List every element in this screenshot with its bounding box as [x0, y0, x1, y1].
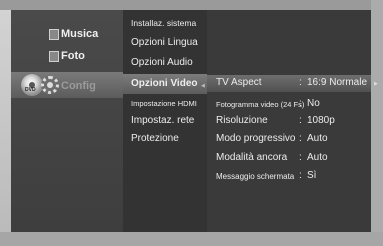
option-value: 16:9 Normale	[307, 77, 368, 88]
bottom-strip	[0, 232, 383, 246]
menu-frame: DVD Musica Foto Config Installaz. sistem…	[11, 10, 378, 232]
option-label: Messaggio schermata	[216, 172, 295, 181]
option-arrow-icon: ▶	[374, 81, 378, 87]
screen: DVD Musica Foto Config Installaz. sistem…	[0, 0, 383, 246]
option-value: Sì	[307, 170, 317, 181]
submenu-item-impostazione-hdmi[interactable]: Impostazione HDMI	[131, 99, 197, 108]
main-menu-item-musica[interactable]: Musica	[49, 28, 99, 40]
option-separator: :	[299, 133, 302, 144]
music-icon	[49, 29, 59, 40]
photo-icon	[49, 51, 59, 62]
gear-icon	[41, 76, 59, 94]
submenu-item-protezione[interactable]: Protezione	[131, 133, 179, 144]
option-value: Auto	[307, 133, 328, 144]
option-value: Auto	[307, 152, 328, 163]
dvd-disc-icon: DVD	[21, 74, 43, 96]
main-menu-panel	[11, 10, 123, 232]
option-label: Modalità ancora	[216, 152, 288, 163]
option-value: No	[307, 98, 320, 109]
submenu-item-opzioni-lingua[interactable]: Opzioni Lingua	[131, 37, 198, 48]
right-strip	[371, 0, 383, 246]
option-label: Modo progressivo	[216, 133, 296, 144]
option-separator: :	[299, 98, 302, 109]
submenu-item-opzioni-audio[interactable]: Opzioni Audio	[131, 57, 193, 68]
option-separator: :	[299, 152, 302, 163]
option-label: Risoluzione	[216, 115, 268, 126]
submenu-arrow-icon: ◀	[201, 83, 205, 89]
main-menu-label: Config	[61, 80, 96, 92]
main-menu-item-foto[interactable]: Foto	[49, 50, 85, 62]
main-menu-label: Foto	[61, 50, 85, 62]
submenu-item-opzioni-video[interactable]: Opzioni Video	[131, 78, 197, 89]
disc-label: DVD	[25, 87, 36, 93]
option-separator: :	[299, 115, 302, 126]
option-separator: :	[299, 77, 302, 88]
submenu-item-installaz-sistema[interactable]: Installaz. sistema	[131, 18, 196, 28]
submenu-item-impostaz-rete[interactable]: Impostaz. rete	[131, 115, 194, 126]
top-strip	[0, 0, 383, 10]
option-separator: :	[299, 170, 302, 181]
main-menu-item-config[interactable]: Config	[41, 76, 96, 94]
option-label: Fotogramma video (24 Fs)	[216, 100, 305, 109]
option-value: 1080p	[307, 115, 335, 126]
main-menu-label: Musica	[61, 28, 99, 40]
option-label: TV Aspect	[216, 77, 262, 88]
